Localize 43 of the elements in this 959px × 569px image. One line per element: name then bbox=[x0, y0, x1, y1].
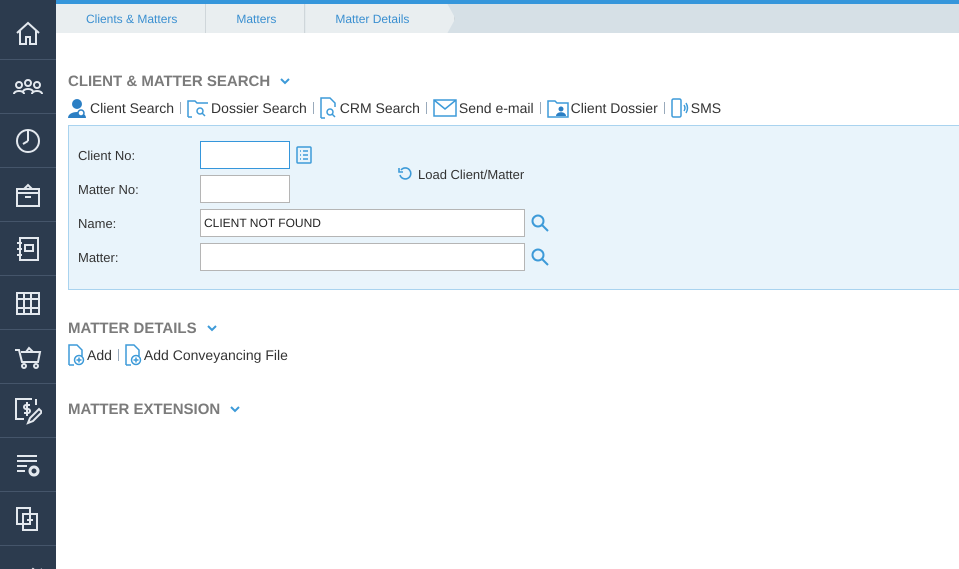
section-title: MATTER EXTENSION bbox=[68, 400, 220, 418]
chevron-icon[interactable] bbox=[279, 77, 292, 85]
user-search-icon bbox=[68, 98, 88, 118]
cart-icon[interactable] bbox=[14, 344, 42, 370]
toolbar-link[interactable]: Client Dossier bbox=[546, 98, 658, 118]
input-field[interactable] bbox=[200, 243, 525, 271]
folder-search-icon bbox=[187, 98, 210, 118]
search-icon[interactable] bbox=[531, 214, 549, 232]
phone-icon bbox=[670, 98, 689, 118]
document-search-icon bbox=[320, 97, 338, 119]
box-icon[interactable] bbox=[15, 182, 41, 208]
add-file-icon bbox=[68, 344, 85, 366]
folder-user-icon bbox=[546, 98, 569, 118]
load-button[interactable]: Load Client/Matter bbox=[398, 166, 524, 182]
toolbar-link[interactable]: CRM Search bbox=[320, 97, 420, 119]
input-field[interactable] bbox=[200, 175, 290, 203]
notebook-icon[interactable] bbox=[15, 236, 41, 262]
chevron-icon[interactable] bbox=[229, 405, 242, 413]
chevron-icon[interactable] bbox=[206, 324, 218, 332]
field-label: Matter No: bbox=[78, 180, 140, 198]
input-field[interactable]: CLIENT NOT FOUND bbox=[200, 209, 525, 237]
section-title: CLIENT & MATTER SEARCH bbox=[68, 72, 270, 90]
search-icon[interactable] bbox=[531, 248, 549, 266]
toolbar-link[interactable]: Send e-mail bbox=[432, 99, 534, 117]
toolbar-link[interactable]: Add bbox=[68, 344, 112, 366]
toolbar-link[interactable]: Dossier Search bbox=[187, 98, 307, 118]
toolbar-link[interactable]: Add Conveyancing File bbox=[124, 344, 288, 366]
add-file-icon bbox=[124, 344, 142, 366]
toolbar-link[interactable]: Client Search bbox=[68, 98, 174, 118]
field-label: Matter: bbox=[78, 248, 120, 266]
field-label: Name: bbox=[78, 214, 118, 232]
list-icon[interactable] bbox=[296, 146, 312, 164]
toolbar-link[interactable]: SMS bbox=[670, 98, 722, 118]
envelope-icon bbox=[432, 99, 457, 117]
field-label: Client No: bbox=[78, 146, 136, 164]
people-icon[interactable] bbox=[13, 78, 43, 96]
refresh-icon bbox=[398, 167, 412, 181]
invoice-edit-icon[interactable] bbox=[14, 396, 42, 424]
home-icon[interactable] bbox=[15, 20, 41, 46]
clock-icon[interactable] bbox=[15, 128, 41, 154]
copy-icon[interactable] bbox=[15, 506, 41, 532]
input-field[interactable] bbox=[200, 141, 290, 169]
section-title: MATTER DETAILS bbox=[68, 320, 197, 336]
